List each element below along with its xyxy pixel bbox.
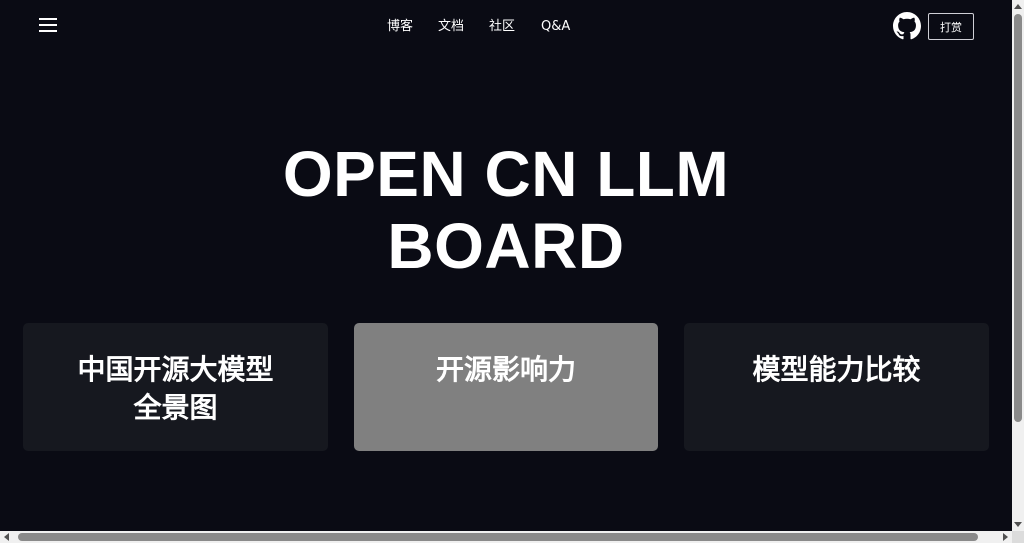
title-line-2: BOARD	[387, 210, 625, 282]
github-icon[interactable]	[893, 12, 921, 40]
horizontal-scrollbar[interactable]	[0, 531, 1012, 543]
scroll-left-icon[interactable]	[4, 533, 9, 541]
title-line-1: OPEN CN LLM	[282, 138, 730, 210]
hamburger-menu-icon[interactable]	[38, 15, 58, 35]
scroll-right-icon[interactable]	[1003, 533, 1008, 541]
card-label: 中国开源大模型 全景图	[23, 351, 328, 427]
card-label-line-1: 中国开源大模型	[77, 353, 274, 386]
nav-item-qa[interactable]: Q&A	[541, 18, 570, 36]
card-label-line-2: 全景图	[133, 391, 218, 424]
card-label: 开源影响力	[354, 351, 658, 389]
card-capability-compare[interactable]: 模型能力比较	[684, 323, 989, 451]
card-label: 模型能力比较	[684, 351, 989, 389]
scroll-up-icon[interactable]	[1014, 4, 1022, 9]
card-landscape[interactable]: 中国开源大模型 全景图	[23, 323, 328, 451]
vertical-scrollbar[interactable]	[1012, 0, 1024, 531]
card-label-line-1: 模型能力比较	[752, 353, 921, 386]
donate-button[interactable]: 打赏	[928, 13, 974, 40]
top-nav: 博客 文档 社区 Q&A	[387, 18, 570, 36]
vertical-scroll-thumb[interactable]	[1014, 14, 1022, 422]
card-influence[interactable]: 开源影响力	[354, 323, 658, 451]
card-label-line-1: 开源影响力	[435, 353, 576, 386]
nav-item-docs[interactable]: 文档	[438, 18, 464, 36]
nav-item-blog[interactable]: 博客	[387, 18, 413, 36]
nav-item-community[interactable]: 社区	[489, 18, 515, 36]
horizontal-scroll-thumb[interactable]	[18, 533, 978, 541]
page-title: OPEN CN LLM BOARD	[0, 138, 1012, 282]
scroll-down-icon[interactable]	[1014, 522, 1022, 527]
scrollbar-corner	[1012, 531, 1024, 543]
page-viewport: 博客 文档 社区 Q&A 打赏 OPEN CN LLM BOARD 中国开源大模…	[0, 0, 1012, 531]
